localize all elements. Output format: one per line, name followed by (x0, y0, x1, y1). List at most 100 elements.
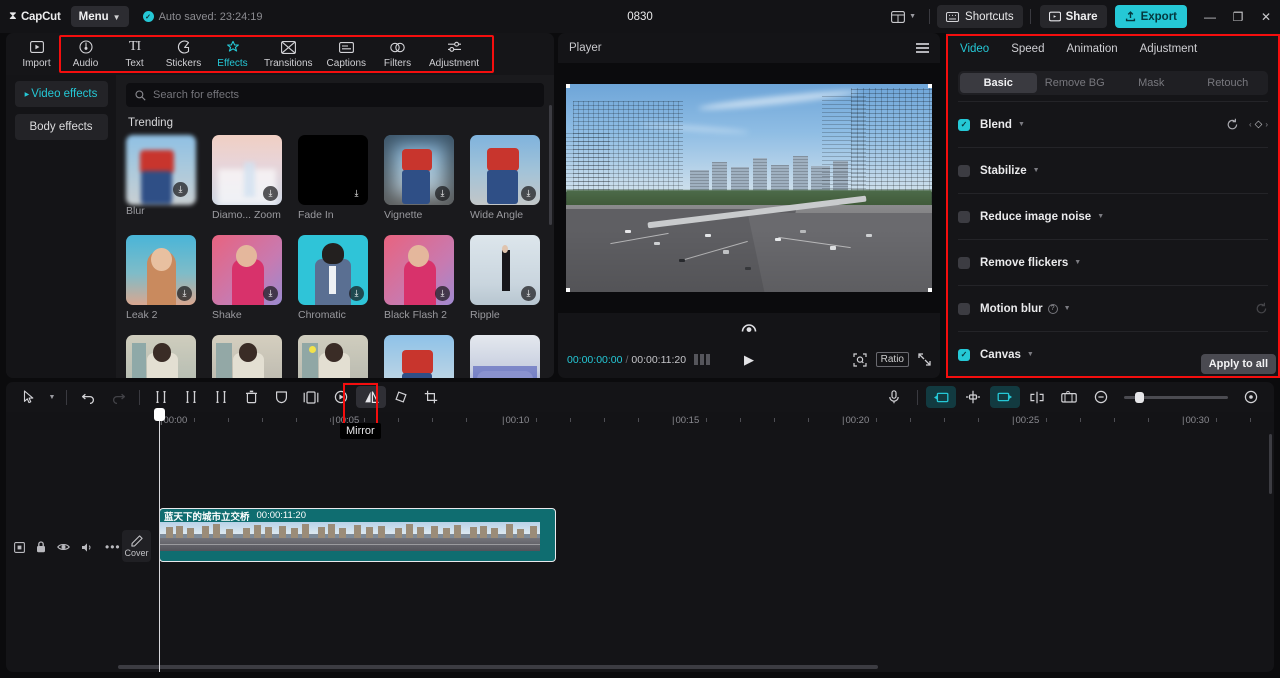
effect-cell[interactable]: ⤓ Diamo... Zoom (212, 135, 282, 221)
timeline-clip[interactable]: 蓝天下的城市立交桥 00:00:11:20 (159, 508, 556, 562)
split-at-playhead-button[interactable] (1022, 386, 1052, 408)
chevron-down-icon[interactable]: ▼ (1064, 305, 1071, 312)
download-icon[interactable]: ⤓ (173, 182, 188, 197)
more-options-icon[interactable]: ••• (105, 540, 121, 554)
effect-cell[interactable] (298, 335, 368, 378)
effect-cell[interactable]: ⤓ Chromatic (298, 235, 368, 321)
nav-item-stickers[interactable]: Stickers (159, 34, 208, 74)
effect-cell[interactable] (212, 335, 282, 378)
zoom-slider[interactable] (1124, 391, 1228, 403)
split-button[interactable] (146, 386, 176, 408)
grid-view-icon[interactable] (694, 354, 711, 365)
effect-cell[interactable]: ⤓ Wide Angle (470, 135, 540, 221)
effect-cell[interactable]: ⤓ Black Flash 2 (384, 235, 454, 321)
chevron-down-icon[interactable]: ▼ (1074, 259, 1081, 266)
effect-cell[interactable] (384, 335, 454, 378)
crop-button[interactable] (416, 386, 446, 408)
timeline-ruler[interactable]: 00:00 00:05 00:10 00:15 00:20 00:25 00:3… (6, 412, 1274, 430)
track-type-icon[interactable] (14, 541, 25, 553)
download-icon[interactable]: ⤓ (435, 186, 450, 201)
crop-frame-button[interactable] (296, 386, 326, 408)
nav-item-audio[interactable]: Audio (61, 34, 110, 74)
eye-icon[interactable] (57, 542, 70, 552)
effect-cell[interactable] (470, 335, 540, 378)
reduce-noise-checkbox[interactable] (958, 210, 970, 223)
video-preview[interactable] (566, 84, 932, 292)
auto-snap-button[interactable] (926, 386, 956, 408)
download-icon[interactable]: ⤓ (263, 286, 278, 301)
help-icon[interactable]: ? (1047, 303, 1058, 314)
download-icon[interactable]: ⤓ (521, 186, 536, 201)
apply-to-all-button[interactable]: Apply to all (1200, 354, 1276, 374)
selection-handle[interactable] (566, 84, 570, 88)
tab-animation[interactable]: Animation (1066, 43, 1117, 55)
selection-handle[interactable] (928, 84, 932, 88)
chevron-down-icon[interactable]: ▼ (1027, 351, 1034, 358)
effect-cell[interactable]: ⤓ Ripple (470, 235, 540, 321)
zoom-out-button[interactable] (1086, 386, 1116, 408)
reset-icon[interactable] (1226, 118, 1239, 131)
search-input[interactable]: Search for effects (126, 83, 544, 107)
download-icon[interactable]: ⤓ (177, 286, 192, 301)
effect-cell[interactable]: ⤓ Shake (212, 235, 282, 321)
chevron-down-icon[interactable]: ▼ (1018, 121, 1025, 128)
trim-right-button[interactable] (206, 386, 236, 408)
play-button[interactable]: ▶ (744, 352, 754, 368)
tab-video[interactable]: Video (960, 43, 989, 55)
remove-flickers-checkbox[interactable] (958, 256, 970, 269)
effects-scrollbar[interactable] (549, 105, 552, 225)
fullscreen-icon[interactable] (918, 353, 931, 366)
chevron-down-icon[interactable]: ▼ (1097, 213, 1104, 220)
preview-thumbnails-button[interactable] (1054, 386, 1084, 408)
player-menu-icon[interactable] (916, 42, 929, 54)
tab-adjustment[interactable]: Adjustment (1140, 43, 1198, 55)
nav-item-filters[interactable]: Filters (373, 34, 422, 74)
playhead[interactable] (154, 408, 165, 672)
nav-item-import[interactable]: Import (12, 34, 61, 74)
sidebar-item-video-effects[interactable]: ▶ Video effects (14, 81, 108, 107)
cover-button[interactable]: Cover (122, 530, 151, 562)
undo-button[interactable] (73, 386, 103, 408)
download-icon[interactable]: ⤓ (521, 286, 536, 301)
blend-checkbox[interactable] (958, 118, 970, 131)
share-button[interactable]: Share (1039, 5, 1107, 28)
adsorption-button[interactable] (958, 386, 988, 408)
mirror-button[interactable] (356, 386, 386, 408)
maximize-button[interactable]: ❐ (1224, 0, 1252, 33)
voiceover-button[interactable] (879, 386, 909, 408)
sidebar-item-body-effects[interactable]: Body effects (14, 114, 108, 140)
canvas-checkbox[interactable] (958, 348, 970, 361)
menu-button[interactable]: Menu ▼ (70, 6, 129, 27)
zoom-fit-icon[interactable] (853, 352, 867, 367)
timeline-vertical-scrollbar[interactable] (1269, 434, 1272, 494)
zoom-in-button[interactable] (1236, 386, 1266, 408)
subtab-basic[interactable]: Basic (960, 73, 1037, 93)
select-tool-button[interactable] (14, 386, 44, 408)
zoom-slider-knob[interactable] (1135, 391, 1144, 403)
playhead-handle[interactable] (154, 408, 165, 421)
volume-icon[interactable] (81, 542, 94, 553)
export-button[interactable]: Export (1114, 5, 1187, 28)
effect-cell[interactable]: ⤓ Blur (126, 135, 196, 221)
subtab-mask[interactable]: Mask (1113, 73, 1190, 93)
keyframe-icon[interactable]: ◇ (1255, 119, 1263, 130)
effect-cell[interactable] (126, 335, 196, 378)
selection-handle[interactable] (928, 288, 932, 292)
close-button[interactable]: ✕ (1252, 0, 1280, 33)
minimize-button[interactable]: — (1196, 0, 1224, 33)
prev-keyframe-icon[interactable]: ‹ (1249, 120, 1252, 129)
effect-cell[interactable]: ⤓ Fade In (298, 135, 368, 221)
download-icon[interactable]: ⤓ (263, 186, 278, 201)
nav-item-captions[interactable]: Captions (320, 34, 373, 74)
motion-blur-checkbox[interactable] (958, 302, 970, 315)
effect-cell[interactable]: ⤓ Leak 2 (126, 235, 196, 321)
nav-item-adjustment[interactable]: Adjustment (422, 34, 486, 74)
nav-item-transitions[interactable]: Transitions (257, 34, 320, 74)
stabilize-checkbox[interactable] (958, 164, 970, 177)
download-icon[interactable]: ⤓ (349, 186, 364, 201)
download-icon[interactable]: ⤓ (349, 286, 364, 301)
freeze-button[interactable] (266, 386, 296, 408)
nav-item-effects[interactable]: Effects (208, 34, 257, 74)
selection-handle[interactable] (566, 288, 570, 292)
rotate-button[interactable] (386, 386, 416, 408)
